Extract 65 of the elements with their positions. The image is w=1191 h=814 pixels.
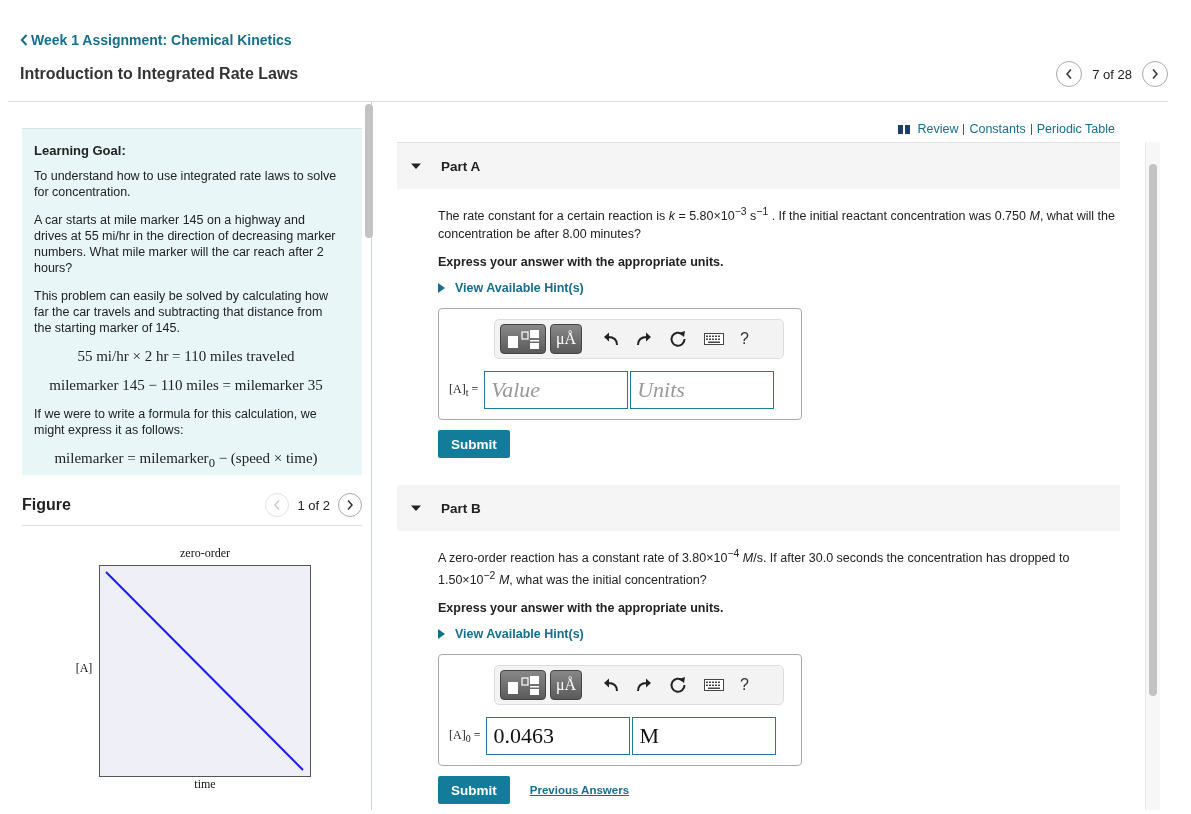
- chevron-right-icon: [1151, 68, 1159, 80]
- axis-label: [A]: [75, 661, 93, 675]
- instruction-text: Express your answer with the appropriate units.: [438, 255, 725, 270]
- reset-icon[interactable]: [669, 676, 687, 695]
- page-counter: 7 of 28: [1092, 66, 1132, 82]
- templates-button[interactable]: [500, 670, 546, 701]
- goal-paragraph: This problem can easily be solved by calculating how far the car travels and subtracting that distance from the starting marker of 145.: [34, 288, 329, 336]
- figure-heading: Figure: [22, 496, 71, 514]
- keyboard-icon[interactable]: [704, 679, 724, 692]
- previous-button[interactable]: [1056, 61, 1083, 87]
- assignment-title: Introduction to Integrated Rate Laws: [20, 65, 299, 83]
- figure-counter: 1 of 2: [297, 497, 330, 513]
- reset-icon[interactable]: [669, 330, 687, 349]
- chevron-left-icon: [273, 499, 282, 511]
- value-field[interactable]: 0.0463: [486, 717, 631, 756]
- back-link[interactable]: Week 1 Assignment: Chemical Kinetics: [20, 32, 292, 48]
- part-header[interactable]: Part B: [397, 485, 1120, 532]
- math-equation: milemarker 145 − 110 miles = milemarker 35: [48, 377, 324, 394]
- previous-answers-link[interactable]: Previous Answers: [529, 784, 630, 797]
- resource-link[interactable]: Constants: [969, 122, 1026, 136]
- chevron-right-icon: [346, 499, 354, 511]
- math-equation: milemarker = milemarker$_{0}$ − (speed × time): [53, 450, 319, 471]
- redo-icon[interactable]: [636, 332, 652, 347]
- hint-link[interactable]: View Available Hint(s): [438, 627, 584, 642]
- help-button[interactable]: ?: [740, 676, 749, 695]
- scrollbar-thumb[interactable]: [1149, 164, 1157, 696]
- part-header[interactable]: Part A: [397, 143, 1120, 189]
- graph-title: zero-order: [180, 546, 230, 560]
- templates-button[interactable]: [500, 324, 546, 355]
- answer-label: [A]$_{t}$ =: [449, 381, 479, 399]
- value-field[interactable]: Value: [484, 371, 629, 410]
- units-field[interactable]: Units: [630, 371, 775, 410]
- next-button[interactable]: [1142, 61, 1168, 87]
- axis-label: time: [194, 777, 216, 791]
- goal-paragraph: To understand how to use integrated rate laws to solve for concentration.: [34, 168, 338, 200]
- redo-icon[interactable]: [636, 678, 652, 693]
- units-field[interactable]: M: [632, 717, 777, 756]
- resource-link[interactable]: Periodic Table: [1036, 122, 1115, 136]
- goal-paragraph: If we were to write a formula for this calculation, we might express it as follows:: [34, 406, 318, 438]
- learning-goal-heading: Learning Goal:: [34, 143, 127, 158]
- help-button[interactable]: ?: [740, 330, 749, 349]
- undo-icon[interactable]: [603, 678, 619, 693]
- keyboard-icon[interactable]: [704, 333, 724, 346]
- undo-icon[interactable]: [603, 332, 619, 347]
- units-button[interactable]: μÅ: [550, 324, 582, 355]
- hint-link[interactable]: View Available Hint(s): [438, 281, 584, 296]
- question-text: A zero-order reaction has a constant rate of 3.80×10$^{−4}$ M/s. If after 30.0 seconds the concentration has dropped to 1.50×10$^{−2}$ M, what was the initial concentration?: [438, 547, 1071, 590]
- submit-button[interactable]: Submit: [438, 430, 510, 459]
- scrollbar-thumb[interactable]: [365, 104, 373, 238]
- part-title: Part A: [441, 158, 481, 174]
- caret-right-icon: [438, 283, 445, 294]
- chevron-left-icon: [1065, 68, 1074, 80]
- part-title: Part B: [441, 500, 481, 516]
- caret-right-icon: [438, 629, 445, 640]
- units-button[interactable]: μÅ: [550, 670, 582, 701]
- goal-paragraph: A car starts at mile marker 145 on a highway and drives at 55 mi/hr in the direction of decreasing marker numbers. What mile marker will the car reach after 2 hours?: [34, 212, 337, 276]
- resource-link[interactable]: Review: [917, 122, 959, 136]
- instruction-text: Express your answer with the appropriate units.: [438, 601, 725, 616]
- question-text: The rate constant for a certain reaction is k = 5.80×10$^{−3}$ s$^{−1}$ . If the initial reactant concentration was 0.750 M, what will the concentration be after 8.00 minutes?: [438, 205, 1116, 244]
- answer-label: [A]$_{0}$ =: [449, 728, 481, 745]
- chevron-left-icon: [20, 34, 28, 46]
- next-button[interactable]: [338, 493, 362, 517]
- math-equation: 55 mi/hr × 2 hr = 110 miles traveled: [76, 348, 296, 365]
- book-icon: [898, 124, 911, 134]
- submit-button[interactable]: Submit: [438, 776, 510, 805]
